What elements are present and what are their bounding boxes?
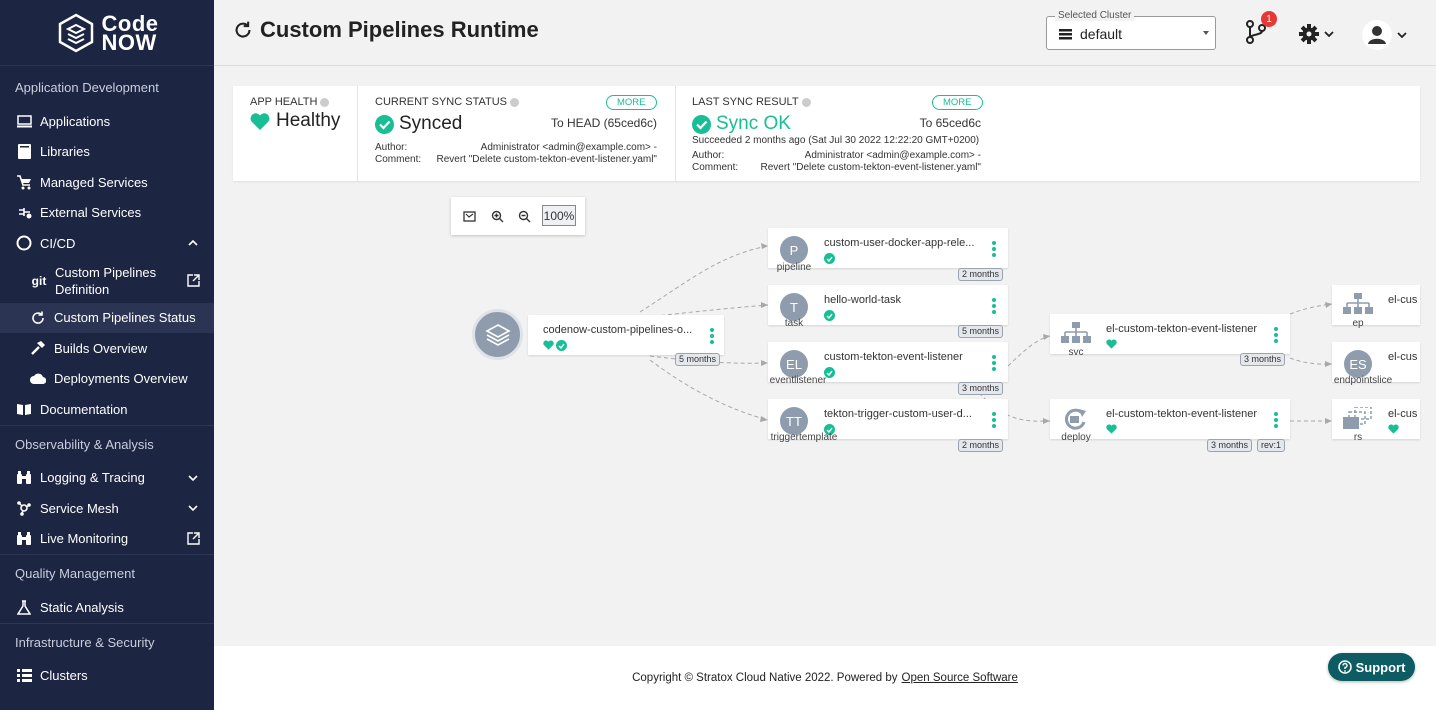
kebab-menu-icon[interactable] (1274, 412, 1278, 430)
node-type-icon: T (780, 293, 808, 321)
age-tag: 2 months (958, 268, 1004, 281)
help-circle-icon (1337, 660, 1352, 674)
node-type-icon: EL (780, 350, 808, 378)
age-tag: 5 months (958, 325, 1004, 338)
node-name: custom-user-docker-app-rele... (824, 237, 975, 249)
age-tag: 3 months (958, 382, 1004, 395)
node-kind: endpointslice (1333, 375, 1393, 386)
graph-node-root[interactable]: codenow-custom-pipelines-o... (528, 315, 724, 355)
zoom-out-icon[interactable] (516, 208, 532, 224)
node-kind: task (784, 318, 804, 329)
service-icon (1061, 322, 1091, 343)
graph-zoom-toolbar: 100% (451, 197, 585, 235)
node-kind: eventlistener (769, 375, 827, 386)
node-type-icon: TT (780, 407, 808, 435)
endpoint-icon (1343, 293, 1373, 314)
node-name: hello-world-task (824, 294, 902, 306)
footer: Copyright © Stratox Cloud Native 2022. P… (214, 646, 1436, 710)
age-tag: 3 months (1207, 439, 1253, 452)
node-type-icon: ES (1344, 350, 1372, 378)
node-name: el-cus (1388, 408, 1418, 420)
kebab-menu-icon[interactable] (992, 355, 996, 373)
support-button[interactable]: Support (1328, 653, 1415, 681)
revision-tag: rev:1 (1257, 439, 1286, 452)
kebab-menu-icon[interactable] (992, 241, 996, 259)
age-tag: 2 months (958, 439, 1004, 452)
age-tag: 3 months (1240, 353, 1286, 366)
node-kind: deploy (1061, 432, 1091, 443)
replicaset-icon (1343, 407, 1372, 429)
node-kind: pipeline (776, 262, 812, 273)
age-tag: 5 months (675, 353, 721, 366)
node-name: codenow-custom-pipelines-o... (543, 324, 693, 336)
layers-icon (484, 323, 511, 346)
kebab-menu-icon[interactable] (992, 412, 996, 430)
zoom-in-icon[interactable] (489, 208, 505, 224)
node-name: el-custom-tekton-event-listener (1106, 323, 1258, 335)
fit-view-icon[interactable] (461, 208, 477, 224)
kebab-menu-icon[interactable] (1274, 327, 1278, 345)
node-kind: ep (1352, 318, 1364, 329)
kebab-menu-icon[interactable] (992, 298, 996, 316)
kebab-menu-icon[interactable] (710, 328, 714, 346)
node-kind: triggertemplate (770, 432, 838, 443)
open-source-link[interactable]: Open Source Software (902, 672, 1018, 684)
heart-icon (543, 340, 554, 350)
check-circle-icon (556, 340, 567, 351)
node-kind: svc (1068, 347, 1084, 358)
node-kind: rs (1353, 432, 1363, 443)
node-name: custom-tekton-event-listener (824, 351, 963, 363)
graph-root-icon[interactable] (472, 309, 523, 360)
node-type-icon: P (780, 236, 808, 264)
node-name: el-custom-tekton-event-listener (1106, 408, 1258, 420)
deploy-icon (1064, 408, 1086, 430)
footer-text: Copyright © Stratox Cloud Native 2022. P… (632, 672, 898, 684)
node-name: el-cus (1388, 351, 1418, 363)
node-name: tekton-trigger-custom-user-d... (824, 408, 972, 420)
zoom-level-input[interactable]: 100% (542, 205, 576, 226)
node-name: el-cus (1388, 294, 1418, 306)
support-label: Support (1355, 659, 1406, 675)
